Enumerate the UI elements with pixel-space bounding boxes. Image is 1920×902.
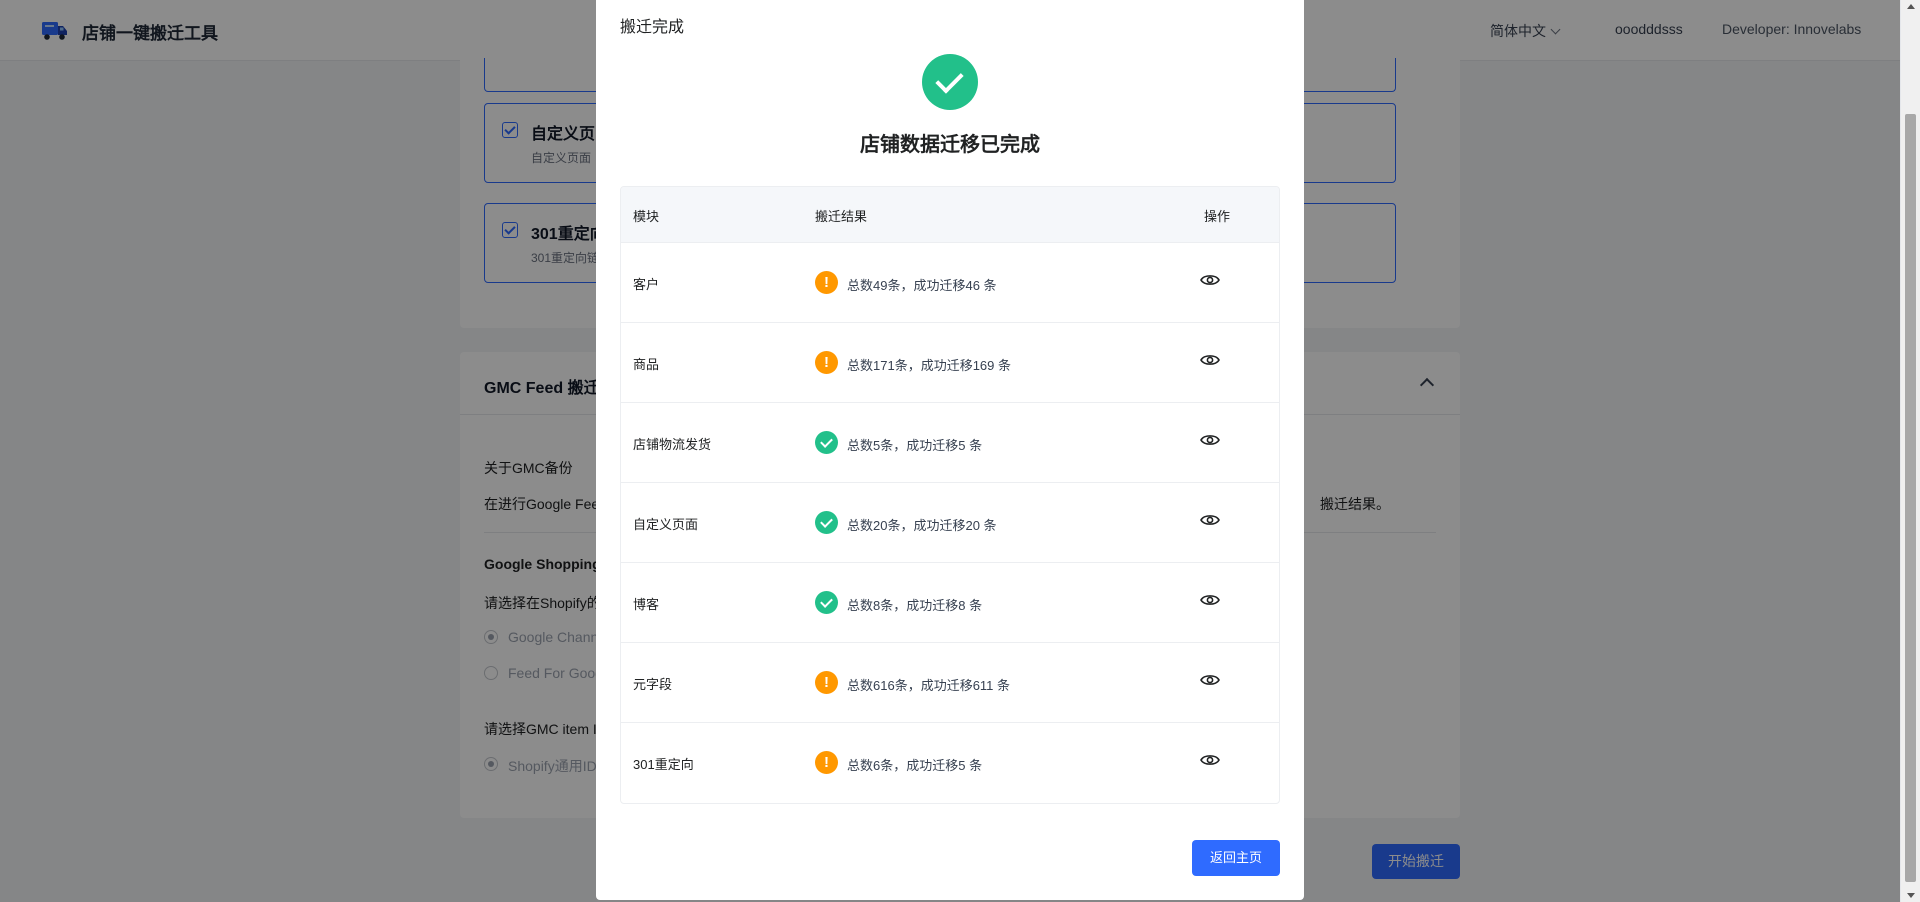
return-home-button[interactable]: 返回主页 [1192,840,1280,876]
migration-result: 总数8条，成功迁移8 条 [847,598,983,613]
migration-result: 总数20条，成功迁移20 条 [847,518,997,533]
modal-title: 搬迁完成 [620,19,685,36]
table-row: 商品! 总数171条，成功迁移169 条 [621,323,1279,403]
table-header: 模块 搬迁结果 操作 [621,187,1279,243]
migration-result: 总数5条，成功迁移5 条 [847,438,983,453]
check-circle-icon [815,511,838,534]
scroll-up-arrow-icon[interactable] [1907,4,1915,9]
eye-icon[interactable] [1200,432,1220,448]
migration-result: 总数616条，成功迁移611 条 [847,678,1011,693]
eye-icon[interactable] [1200,272,1220,288]
eye-icon[interactable] [1200,752,1220,768]
completion-heading: 店铺数据迁移已完成 [860,134,1040,156]
migration-result: 总数49条，成功迁移46 条 [847,278,997,293]
module-name: 自定义页面 [633,517,699,532]
module-name: 客户 [633,277,660,292]
scrollbar-thumb[interactable] [1905,114,1916,882]
check-circle-icon [815,431,838,454]
table-row: 自定义页面 总数20条，成功迁移20 条 [621,483,1279,563]
exclamation-circle-icon: ! [815,671,838,694]
column-header-result: 搬迁结果 [815,209,868,224]
scroll-down-arrow-icon[interactable] [1907,893,1915,898]
success-check-icon [922,54,978,110]
exclamation-circle-icon: ! [815,271,838,294]
table-row: 客户! 总数49条，成功迁移46 条 [621,243,1279,323]
check-circle-icon [815,591,838,614]
exclamation-circle-icon: ! [815,351,838,374]
table-row: 301重定向! 总数6条，成功迁移5 条 [621,723,1279,803]
eye-icon[interactable] [1200,592,1220,608]
module-name: 店铺物流发货 [633,437,712,452]
module-name: 商品 [633,357,660,372]
migration-result: 总数6条，成功迁移5 条 [847,758,983,773]
results-table: 模块 搬迁结果 操作 客户! 总数49条，成功迁移46 条商品! 总数171条，成功… [620,186,1280,804]
module-name: 301重定向 [633,757,694,772]
module-name: 元字段 [633,677,673,692]
eye-icon[interactable] [1200,672,1220,688]
exclamation-circle-icon: ! [815,751,838,774]
migration-complete-modal: 搬迁完成 店铺数据迁移已完成 模块 搬迁结果 操作 客户! 总数49条，成功迁移4… [596,0,1304,900]
page-scrollbar[interactable] [1900,0,1920,902]
eye-icon[interactable] [1200,512,1220,528]
module-name: 博客 [633,597,660,612]
table-row: 元字段! 总数616条，成功迁移611 条 [621,643,1279,723]
table-row: 店铺物流发货 总数5条，成功迁移5 条 [621,403,1279,483]
column-header-action: 操作 [1204,209,1231,224]
eye-icon[interactable] [1200,352,1220,368]
table-row: 博客 总数8条，成功迁移8 条 [621,563,1279,643]
migration-result: 总数171条，成功迁移169 条 [847,358,1011,373]
column-header-module: 模块 [633,209,660,224]
